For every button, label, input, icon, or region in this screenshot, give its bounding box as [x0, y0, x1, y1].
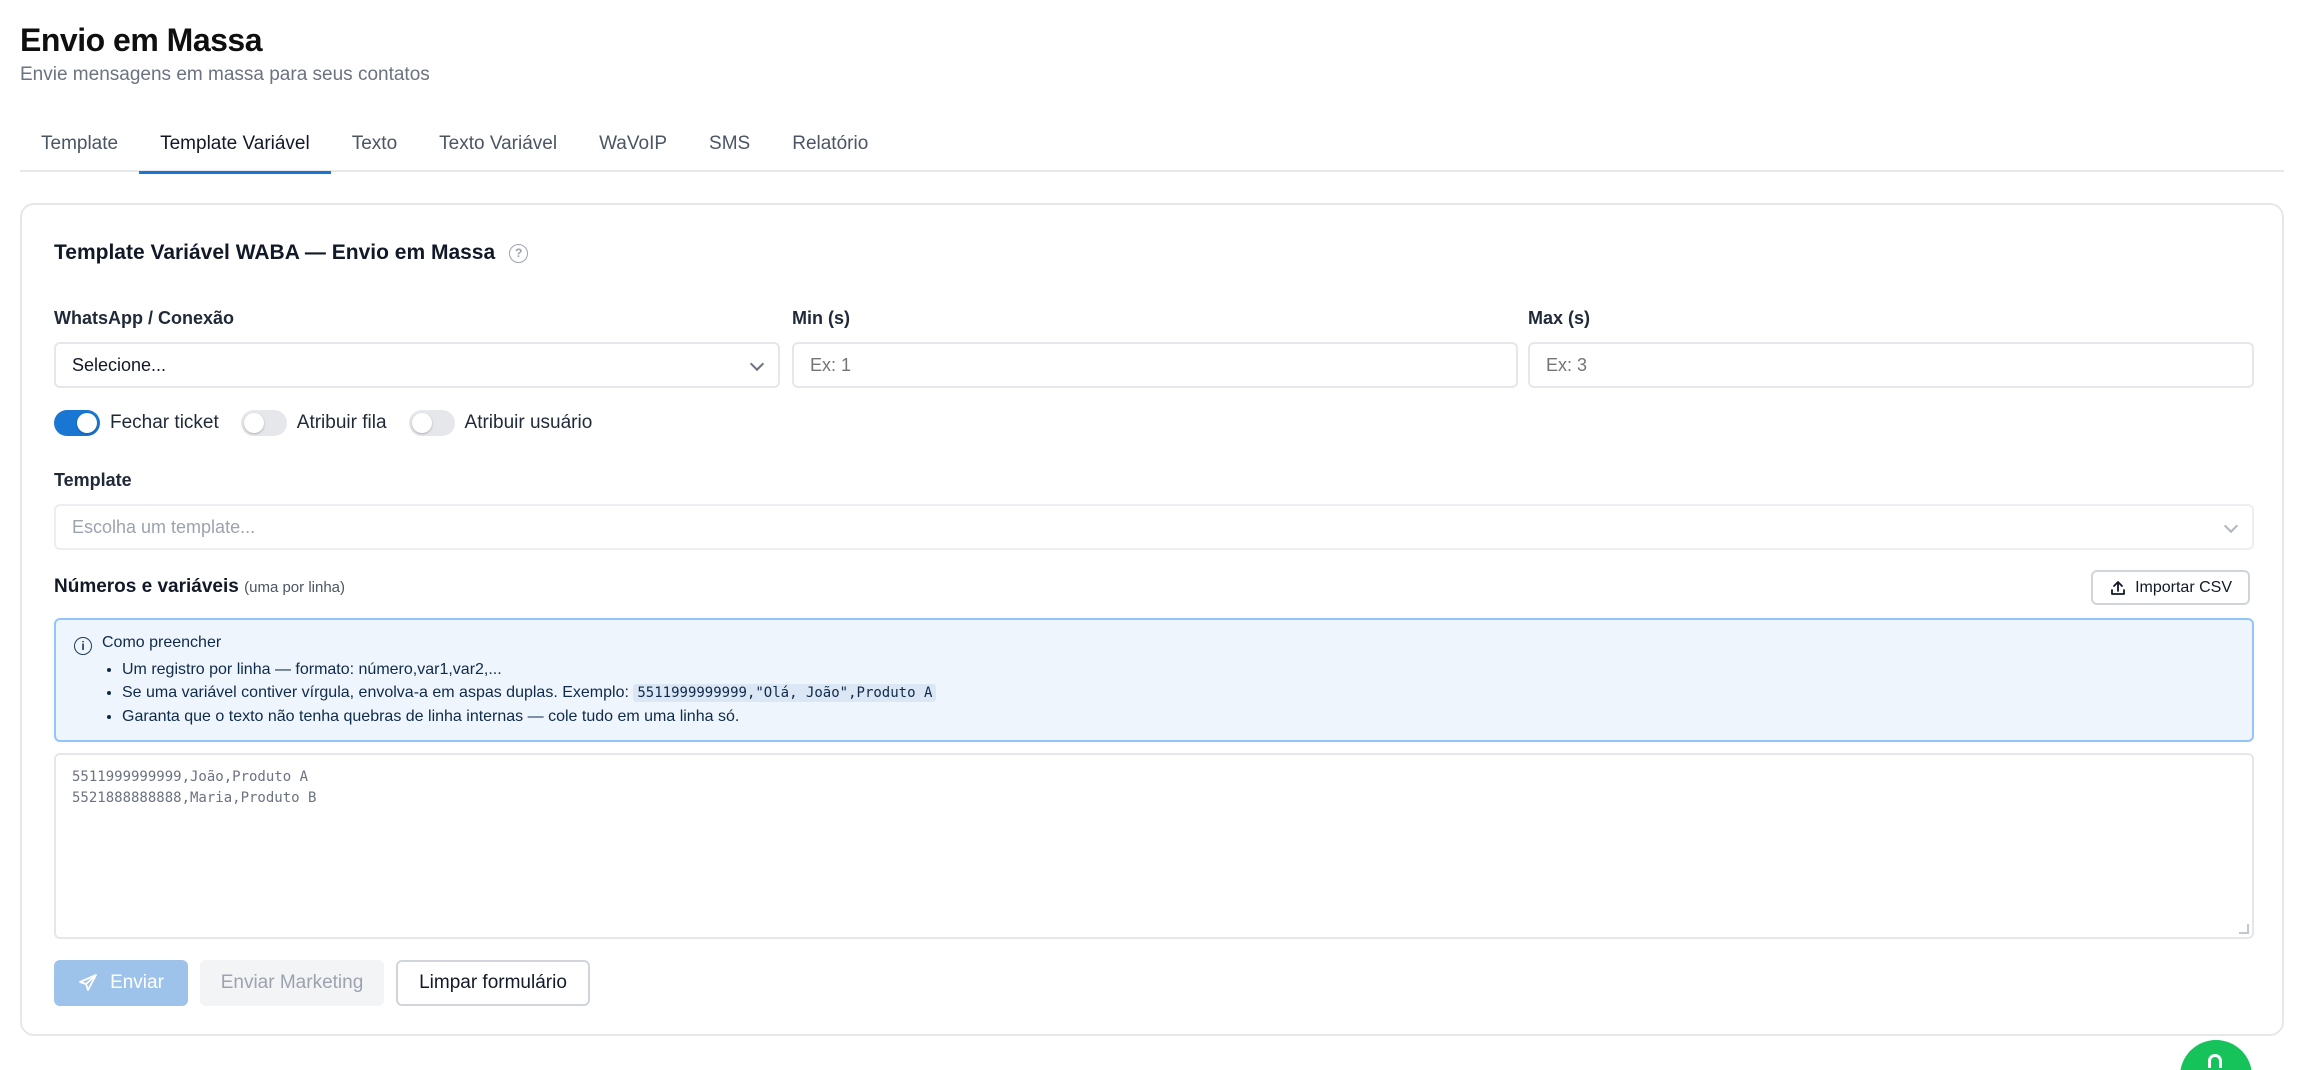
card-title-text: Template Variável WABA — Envio em Massa	[54, 241, 496, 264]
connection-label: WhatsApp / Conexão	[54, 308, 235, 328]
instruction-item: Um registro por linha — formato: número,…	[122, 658, 936, 681]
instructions-list: Um registro por linha — formato: número,…	[102, 658, 937, 728]
tab-relatorio[interactable]: Relatório	[771, 128, 889, 172]
tab-template[interactable]: Template	[20, 128, 139, 172]
max-label: Max (s)	[1528, 308, 1591, 328]
tab-wavoip[interactable]: WaVoIP	[578, 128, 688, 172]
clear-form-button[interactable]: Limpar formulário	[396, 960, 590, 1006]
assign-user-toggle-group: Atribuir usuário	[408, 410, 593, 436]
chevron-down-icon	[749, 356, 765, 372]
template-select[interactable]: Escolha um template...	[54, 504, 2254, 550]
instruction-item: Garanta que o texto não tenha quebras de…	[122, 705, 936, 728]
instructions-title: Como preencher	[102, 634, 222, 651]
send-button[interactable]: Enviar	[54, 960, 188, 1006]
assign-queue-label: Atribuir fila	[296, 412, 387, 433]
form-card: Template Variável WABA — Envio em Massa …	[20, 203, 2284, 1036]
textarea-placeholder-line: 5511999999999,João,Produto A	[72, 769, 309, 785]
close-ticket-label: Fechar ticket	[110, 412, 219, 433]
assign-user-toggle[interactable]	[408, 410, 455, 436]
min-label: Min (s)	[792, 308, 850, 328]
import-csv-label: Importar CSV	[2135, 578, 2232, 596]
page-header: Envio em Massa Envie mensagens em massa …	[20, 20, 430, 86]
tab-texto[interactable]: Texto	[331, 128, 418, 172]
toggle-row: Fechar ticket Atribuir fila Atribuir usu…	[54, 410, 592, 436]
close-ticket-toggle-group: Fechar ticket	[54, 410, 219, 436]
numbers-label-text: Números e variáveis	[54, 576, 239, 597]
send-label: Enviar	[110, 972, 164, 993]
import-csv-button[interactable]: Importar CSV	[2091, 570, 2250, 605]
numbers-label: Números e variáveis (uma por linha)	[54, 576, 345, 598]
numbers-hint: (uma por linha)	[244, 579, 346, 596]
question-circle-icon[interactable]: ?	[509, 243, 529, 263]
textarea-placeholder-line: 5521888888888,Maria,Produto B	[72, 790, 317, 806]
instruction-item: Se uma variável contiver vírgula, envolv…	[122, 681, 937, 705]
min-input[interactable]	[792, 342, 1518, 388]
assign-user-label: Atribuir usuário	[464, 412, 593, 433]
tab-sms[interactable]: SMS	[688, 128, 771, 172]
tab-template-variavel[interactable]: Template Variável	[139, 128, 331, 174]
upload-icon	[2111, 580, 2125, 595]
template-label: Template	[54, 470, 132, 490]
connection-select[interactable]: Selecione...	[54, 342, 780, 388]
page-title: Envio em Massa	[20, 22, 262, 58]
tab-bar: Template Template Variável Texto Texto V…	[20, 128, 2284, 174]
instructions-box: i Como preencher Um registro por linha —…	[54, 618, 2254, 742]
template-select-placeholder: Escolha um template...	[72, 517, 256, 537]
page-subtitle: Envie mensagens em massa para seus conta…	[20, 64, 430, 85]
assign-queue-toggle-group: Atribuir fila	[240, 410, 387, 436]
close-ticket-toggle[interactable]	[54, 410, 100, 436]
chevron-down-icon	[2223, 518, 2239, 534]
floating-button-icon	[2208, 1054, 2222, 1068]
assign-queue-toggle[interactable]	[240, 410, 287, 436]
example-code: 5511999999999,"Olá, João",Produto A	[633, 684, 937, 702]
tab-texto-variavel[interactable]: Texto Variável	[418, 128, 578, 172]
send-icon	[79, 974, 97, 991]
connection-select-value: Selecione...	[72, 355, 167, 375]
info-icon: i	[74, 637, 92, 655]
floating-action-button[interactable]	[2180, 1040, 2252, 1070]
send-marketing-button[interactable]: Enviar Marketing	[200, 960, 384, 1006]
resize-handle[interactable]	[2239, 924, 2249, 934]
numbers-textarea[interactable]: 5511999999999,João,Produto A 55218888888…	[54, 753, 2254, 939]
card-title: Template Variável WABA — Envio em Massa …	[54, 241, 529, 265]
max-input[interactable]	[1528, 342, 2254, 388]
instruction-item-text: Se uma variável contiver vírgula, envolv…	[122, 684, 629, 701]
action-buttons: Enviar Enviar Marketing Limpar formulári…	[54, 960, 590, 1006]
